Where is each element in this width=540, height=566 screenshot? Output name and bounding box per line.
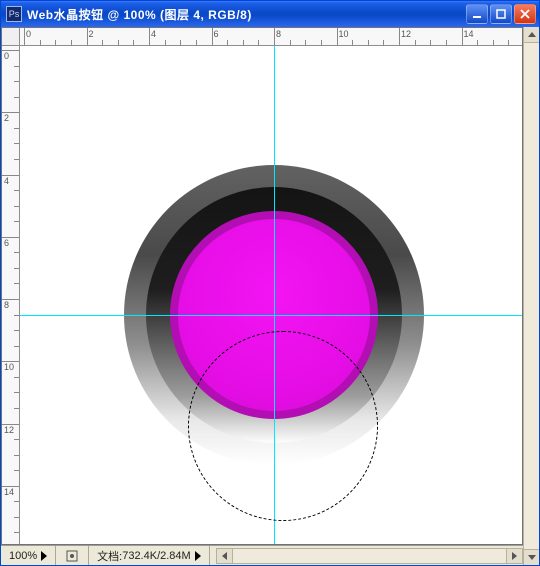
ruler-v-label: 8 [4,300,9,310]
vscroll-down-button[interactable] [524,549,539,565]
minimize-button[interactable] [466,4,488,24]
ruler-h-label: 14 [464,29,474,39]
titlebar[interactable]: Ps Web水晶按钮 @ 100% (图层 4, RGB/8) [1,1,539,27]
ruler-horizontal[interactable]: 0246810121416 [20,28,522,46]
arrow-up-icon [528,32,536,37]
ruler-v-label: 12 [4,425,14,435]
doc-size-arrow-icon [195,551,201,561]
ruler-v-label: 14 [4,487,14,497]
ruler-v-label: 6 [4,238,9,248]
document-size-label: 文档: [97,548,122,564]
arrow-left-icon [222,552,227,560]
ruler-h-label: 10 [339,29,349,39]
ruler-v-label: 10 [4,362,14,372]
ruler-v-label: 4 [4,176,9,186]
hscroll-right-button[interactable] [506,549,522,563]
ruler-h-label: 2 [89,29,94,39]
horizontal-guide[interactable] [20,315,522,316]
ruler-v-label: 2 [4,113,9,123]
maximize-icon [496,9,506,19]
arrow-right-icon [512,552,517,560]
close-button[interactable] [514,4,536,24]
document-size-value: 732.4K/2.84M [122,550,191,562]
ruler-v-label: 0 [4,51,9,61]
ruler-h-label: 12 [401,29,411,39]
ruler-h-label: 4 [151,29,156,39]
window-title: Web水晶按钮 @ 100% (图层 4, RGB/8) [27,6,466,23]
window-controls [466,4,536,24]
arrow-down-icon [528,555,536,560]
document-size-cell[interactable]: 文档: 732.4K/2.84M [89,546,210,565]
hscroll-left-button[interactable] [217,549,233,563]
ruler-h-label: 0 [26,29,31,39]
app-icon: Ps [6,6,22,22]
selection-marquee[interactable] [188,331,378,521]
status-icon-cell[interactable] [56,546,89,565]
document-window: Ps Web水晶按钮 @ 100% (图层 4, RGB/8) 0 2 4 6 8 10 1… [0,0,540,566]
ruler-vertical[interactable]: 0246810121416 [2,46,20,544]
ruler-area: 0246810121416 0246810121416 [1,27,523,545]
maximize-button[interactable] [490,4,512,24]
minimize-icon [472,9,482,19]
zoom-value: 100% [9,550,37,562]
close-icon [520,9,530,19]
vscroll-up-button[interactable] [524,27,539,43]
ruler-h-label: 6 [214,29,219,39]
canvas[interactable] [20,46,522,544]
horizontal-scrollbar[interactable] [216,548,523,564]
ruler-origin-corner[interactable] [2,28,20,46]
vertical-scrollbar[interactable] [523,27,539,565]
zoom-arrow-icon [41,551,47,561]
status-info-icon [64,548,80,564]
status-bar: 100% 文档: 732.4K/2.84M [1,545,523,565]
zoom-field[interactable]: 100% [1,546,56,565]
ruler-h-label: 8 [276,29,281,39]
